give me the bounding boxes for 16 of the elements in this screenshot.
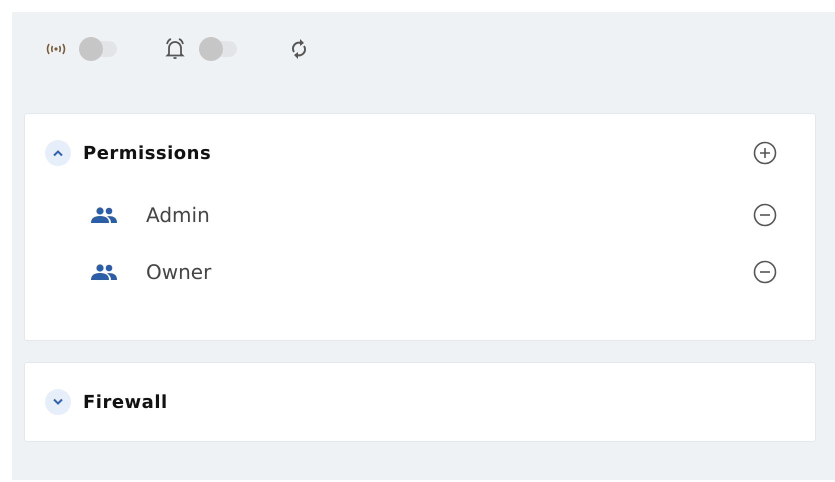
- permission-label: Admin: [146, 202, 211, 226]
- section-title: Firewall: [83, 392, 169, 412]
- sync-icon[interactable]: [289, 38, 309, 60]
- chevron-up-icon: [52, 149, 64, 157]
- people-icon: [90, 206, 118, 222]
- permission-label: Owner: [146, 260, 212, 284]
- chevron-down-icon: [52, 398, 64, 406]
- section-title: Permissions: [83, 142, 212, 164]
- people-icon: [90, 264, 118, 280]
- collapse-button[interactable]: [45, 140, 71, 166]
- broadcast-icon: [45, 42, 67, 56]
- expand-button[interactable]: [45, 389, 71, 415]
- bell-icon: [163, 37, 187, 61]
- remove-icon[interactable]: [753, 202, 777, 226]
- remove-icon[interactable]: [753, 260, 777, 284]
- add-icon[interactable]: [753, 141, 777, 165]
